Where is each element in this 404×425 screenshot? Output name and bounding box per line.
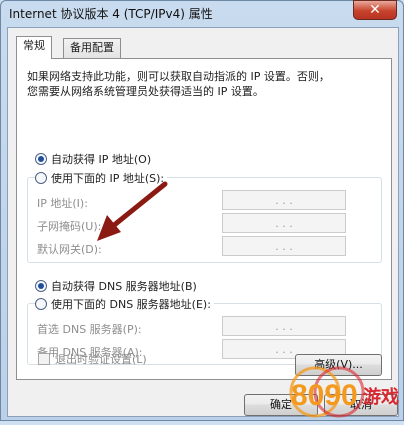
watermark-8090-logo: 8090 游戏 [279, 359, 404, 422]
default-gateway-label: 默认网关(D): [37, 243, 102, 256]
close-icon: ✕ [369, 2, 381, 18]
validate-on-exit-label: 退出时验证设置(L) [55, 353, 147, 366]
radio-auto-dns-label: 自动获得 DNS 服务器地址(B) [51, 280, 197, 293]
description-text: 如果网络支持此功能，则可以获取自动指派的 IP 设置。否则， 您需要从网络系统管… [27, 69, 330, 99]
close-button[interactable]: ✕ [353, 0, 397, 20]
radio-manual-ip-indicator[interactable] [35, 172, 47, 184]
validate-on-exit-checkbox[interactable] [38, 353, 50, 365]
radio-auto-dns-indicator[interactable] [35, 280, 47, 292]
validate-on-exit-option[interactable]: 退出时验证设置(L) [38, 351, 147, 367]
preferred-dns-label: 首选 DNS 服务器(P): [37, 323, 142, 336]
description-line-1: 如果网络支持此功能，则可以获取自动指派的 IP 设置。否则， [27, 70, 330, 83]
description-line-2: 您需要从网络系统管理员处获得适当的 IP 设置。 [27, 85, 264, 98]
ip-address-field[interactable]: . . . [222, 190, 346, 210]
radio-manual-dns-indicator[interactable] [35, 298, 47, 310]
dialog-window: Internet 协议版本 4 (TCP/IPv4) 属性 ✕ 常规 备用配置 … [0, 0, 404, 421]
watermark-number: 8090 [291, 379, 358, 412]
radio-auto-ip-indicator[interactable] [35, 153, 47, 165]
radio-manual-dns-label: 使用下面的 DNS 服务器地址(E): [51, 298, 211, 311]
radio-manual-dns[interactable]: 使用下面的 DNS 服务器地址(E): [35, 296, 214, 312]
preferred-dns-field[interactable]: . . . [222, 316, 346, 336]
radio-manual-ip[interactable]: 使用下面的 IP 地址(S): [35, 170, 168, 186]
radio-auto-ip[interactable]: 自动获得 IP 地址(O) [35, 151, 155, 167]
subnet-mask-field[interactable]: . . . [222, 213, 346, 233]
radio-auto-ip-label: 自动获得 IP 地址(O) [51, 153, 152, 166]
subnet-mask-label: 子网掩码(U): [37, 220, 102, 233]
dialog-title: Internet 协议版本 4 (TCP/IPv4) 属性 [9, 7, 213, 21]
ip-address-label: IP 地址(I): [37, 197, 88, 210]
tab-alternate-config[interactable]: 备用配置 [63, 38, 121, 58]
tab-general[interactable]: 常规 [16, 36, 52, 59]
general-panel: 如果网络支持此功能，则可以获取自动指派的 IP 设置。否则， 您需要从网络系统管… [16, 58, 392, 380]
watermark-game-text: 游戏 [363, 386, 399, 408]
radio-auto-dns[interactable]: 自动获得 DNS 服务器地址(B) [35, 278, 200, 294]
default-gateway-field[interactable]: . . . [222, 236, 346, 256]
radio-manual-ip-label: 使用下面的 IP 地址(S): [51, 172, 165, 185]
